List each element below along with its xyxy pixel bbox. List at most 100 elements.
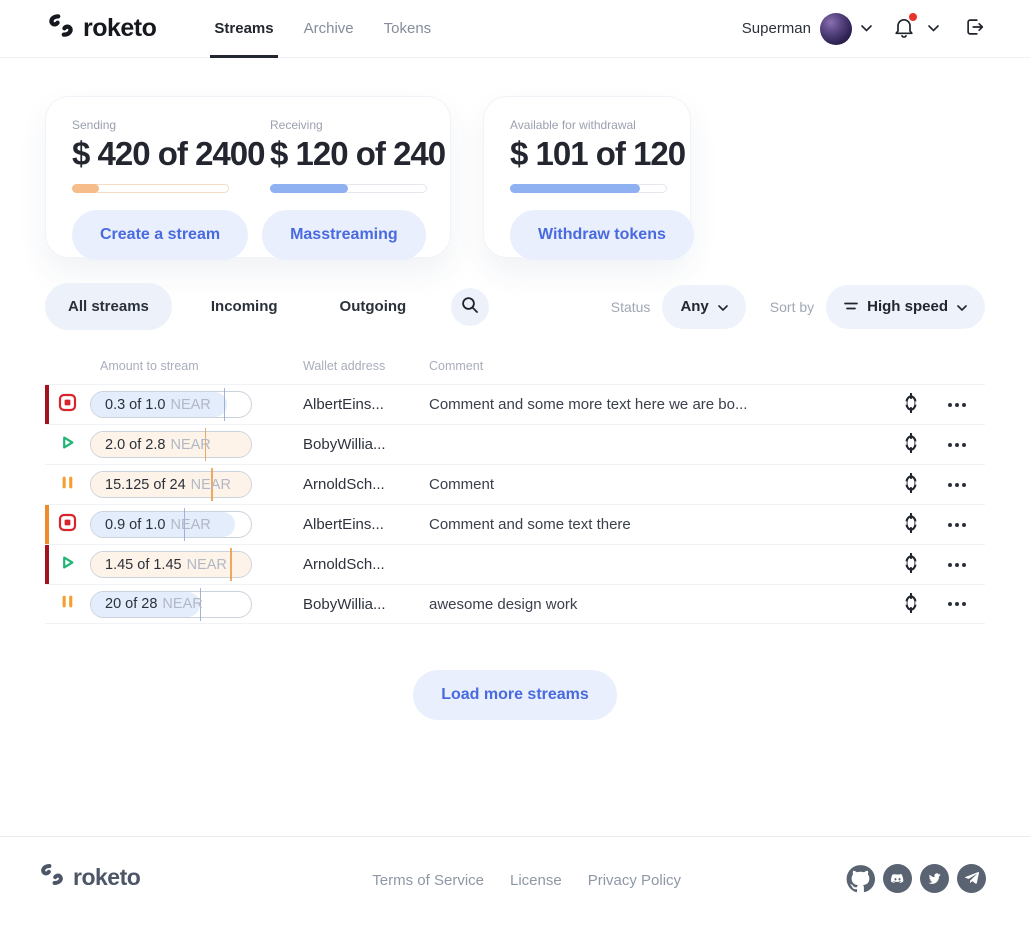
- chevron-down-icon: [928, 25, 939, 32]
- stream-link-button[interactable]: [893, 473, 929, 496]
- stream-link-button[interactable]: [893, 513, 929, 536]
- status-value: Any: [680, 298, 708, 315]
- tab-incoming[interactable]: Incoming: [188, 283, 301, 330]
- stream-link-button[interactable]: [893, 393, 929, 416]
- sending-progress-bar: [72, 184, 229, 193]
- withdrawal-progress-bar: [510, 184, 667, 193]
- stream-amount: 1.45 of 1.45: [105, 557, 182, 573]
- notification-badge: [909, 13, 917, 21]
- status-dropdown[interactable]: Any: [662, 285, 745, 329]
- stream-row: 1.45 of 1.45NEAR ArnoldSch...: [45, 544, 985, 584]
- row-menu-button[interactable]: [929, 523, 985, 527]
- notifications-expand-button[interactable]: [928, 25, 939, 32]
- privacy-link[interactable]: Privacy Policy: [588, 872, 681, 889]
- withdrawal-label: Available for withdrawal: [510, 118, 667, 132]
- withdrawal-card: Available for withdrawal $ 101 of 120 Wi…: [483, 96, 691, 258]
- stream-token: NEAR: [170, 397, 210, 413]
- row-menu-button[interactable]: [929, 443, 985, 447]
- stream-progress-pill: 1.45 of 1.45NEAR: [90, 551, 252, 578]
- github-icon[interactable]: [846, 864, 875, 893]
- tab-all-streams[interactable]: All streams: [45, 283, 172, 330]
- col-comment: Comment: [429, 359, 893, 373]
- sending-value: $ 420 of 2400: [72, 135, 229, 173]
- play-icon: [58, 433, 77, 457]
- status-stripe: [45, 545, 49, 584]
- sort-value: High speed: [867, 298, 948, 315]
- stream-amount: 0.9 of 1.0: [105, 517, 165, 533]
- stop-icon: [58, 513, 77, 537]
- load-more-wrap: Load more streams: [0, 670, 1030, 720]
- create-stream-button[interactable]: Create a stream: [72, 210, 248, 260]
- streams-summary-card: Sending $ 420 of 2400 Receiving $ 120 of…: [45, 96, 451, 258]
- wallet-address: ArnoldSch...: [303, 556, 429, 573]
- masstreaming-button[interactable]: Masstreaming: [262, 210, 426, 260]
- roketo-logo[interactable]: roketo: [47, 13, 156, 45]
- stream-row: 0.3 of 1.0NEARAlbertEins...Comment and s…: [45, 384, 985, 424]
- row-menu-button[interactable]: [929, 403, 985, 407]
- stream-comment: Comment and some text there: [429, 516, 893, 533]
- link-icon: [903, 593, 919, 616]
- search-button[interactable]: [451, 288, 489, 326]
- status-label: Status: [611, 299, 651, 315]
- stream-row: 0.9 of 1.0NEARAlbertEins...Comment and s…: [45, 504, 985, 544]
- wallet-address: ArnoldSch...: [303, 476, 429, 493]
- footer-logo[interactable]: roketo: [39, 863, 140, 892]
- nav-archive[interactable]: Archive: [302, 0, 356, 57]
- stream-link-button[interactable]: [893, 593, 929, 616]
- stream-amount: 15.125 of 24: [105, 477, 186, 493]
- ellipsis-icon: [948, 523, 966, 527]
- ellipsis-icon: [948, 602, 966, 606]
- stream-link-button[interactable]: [893, 553, 929, 576]
- receiving-label: Receiving: [270, 118, 427, 132]
- stream-progress-pill: 0.9 of 1.0NEAR: [90, 511, 252, 538]
- filter-controls: Status Any Sort by High speed: [611, 285, 985, 329]
- telegram-icon[interactable]: [957, 864, 986, 893]
- link-icon: [903, 433, 919, 456]
- link-icon: [903, 553, 919, 576]
- table-header: Amount to stream Wallet address Comment: [45, 348, 985, 384]
- stream-progress-pill: 15.125 of 24NEAR: [90, 471, 252, 498]
- notifications-button[interactable]: [893, 16, 915, 42]
- status-stripe: [45, 385, 49, 424]
- stream-token: NEAR: [162, 596, 202, 612]
- stream-comment: Comment: [429, 476, 893, 493]
- sort-lines-icon: [844, 298, 858, 315]
- link-icon: [903, 473, 919, 496]
- search-icon: [461, 296, 479, 317]
- stream-amount: 2.0 of 2.8: [105, 437, 165, 453]
- avatar[interactable]: [820, 13, 852, 45]
- row-menu-button[interactable]: [929, 563, 985, 567]
- pause-icon: [58, 473, 77, 497]
- load-more-button[interactable]: Load more streams: [413, 670, 617, 720]
- row-menu-button[interactable]: [929, 483, 985, 487]
- footer-brand-wordmark: roketo: [73, 864, 140, 891]
- link-icon: [903, 393, 919, 416]
- col-amount: Amount to stream: [90, 359, 303, 373]
- ellipsis-icon: [948, 483, 966, 487]
- pause-icon: [58, 592, 77, 616]
- nav-streams[interactable]: Streams: [212, 0, 275, 57]
- sign-out-button[interactable]: [964, 16, 986, 41]
- sort-dropdown[interactable]: High speed: [826, 285, 985, 329]
- license-link[interactable]: License: [510, 872, 562, 889]
- row-menu-button[interactable]: [929, 602, 985, 606]
- header: roketo Streams Archive Tokens Superman: [0, 0, 1030, 58]
- chevron-down-icon: [718, 298, 728, 315]
- stream-link-button[interactable]: [893, 433, 929, 456]
- withdrawal-progress-fill: [510, 184, 640, 193]
- twitter-icon[interactable]: [920, 864, 949, 893]
- tab-outgoing[interactable]: Outgoing: [317, 283, 430, 330]
- receiving-metric: Receiving $ 120 of 240: [270, 118, 427, 193]
- account-menu-button[interactable]: [861, 25, 872, 32]
- nav-tokens[interactable]: Tokens: [382, 0, 434, 57]
- sending-metric: Sending $ 420 of 2400: [72, 118, 229, 193]
- filter-bar: All streams Incoming Outgoing Status Any…: [0, 258, 1030, 330]
- link-icon: [903, 513, 919, 536]
- chevron-down-icon: [957, 298, 967, 315]
- withdrawal-value: $ 101 of 120: [510, 135, 667, 173]
- withdraw-tokens-button[interactable]: Withdraw tokens: [510, 210, 694, 260]
- terms-link[interactable]: Terms of Service: [372, 872, 484, 889]
- discord-icon[interactable]: [883, 864, 912, 893]
- social-links: [846, 864, 986, 893]
- col-wallet: Wallet address: [303, 359, 429, 373]
